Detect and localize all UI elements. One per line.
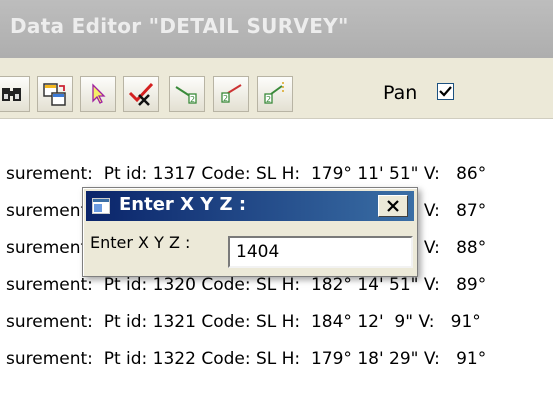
svg-text:2: 2 bbox=[223, 94, 228, 103]
enter-xyz-dialog: Enter X Y Z : Enter X Y Z : bbox=[82, 187, 418, 277]
close-button[interactable] bbox=[378, 195, 408, 217]
delete-check-icon bbox=[128, 82, 154, 106]
list-item[interactable]: surement: Pt id: 1322 Code: SL H: 179° 1… bbox=[0, 305, 553, 369]
svg-text:2: 2 bbox=[266, 95, 271, 104]
xyz-input[interactable] bbox=[228, 236, 413, 268]
delete-button[interactable] bbox=[123, 76, 159, 112]
list-item-text: surement: Pt id: 1322 Code: SL H: 179° 1… bbox=[6, 349, 487, 369]
window-titlebar: Data Editor "DETAIL SURVEY" bbox=[0, 0, 553, 58]
traverse-button[interactable]: 2 bbox=[213, 76, 249, 112]
elevation-button[interactable]: 2 bbox=[257, 76, 293, 112]
traverse-icon: 2 bbox=[221, 84, 242, 103]
line-point-icon: 2 bbox=[175, 86, 197, 104]
checkmark-icon bbox=[439, 86, 452, 97]
line-point-button[interactable]: 2 bbox=[169, 76, 205, 112]
xyz-label: Enter X Y Z : bbox=[90, 233, 191, 252]
pan-checkbox[interactable] bbox=[437, 83, 454, 100]
select-button[interactable] bbox=[80, 76, 116, 112]
find-button[interactable] bbox=[0, 76, 30, 112]
elevation-icon: 2 bbox=[264, 82, 284, 104]
window-title: Data Editor "DETAIL SURVEY" bbox=[10, 14, 349, 38]
copy-icon bbox=[43, 83, 66, 106]
select-arrow-icon bbox=[92, 83, 106, 104]
window-icon bbox=[92, 198, 110, 214]
list-item[interactable]: surement: Pt id: 1317 Code: SL H: 179° 1… bbox=[0, 120, 553, 184]
toolbar: 2 2 2 Pan bbox=[0, 58, 553, 119]
find-icon bbox=[2, 88, 21, 101]
pan-label: Pan bbox=[383, 82, 418, 104]
svg-text:2: 2 bbox=[190, 95, 195, 104]
dialog-title: Enter X Y Z : bbox=[119, 194, 247, 215]
dialog-titlebar[interactable]: Enter X Y Z : bbox=[86, 191, 414, 221]
copy-button[interactable] bbox=[37, 76, 73, 112]
close-icon bbox=[387, 200, 399, 212]
